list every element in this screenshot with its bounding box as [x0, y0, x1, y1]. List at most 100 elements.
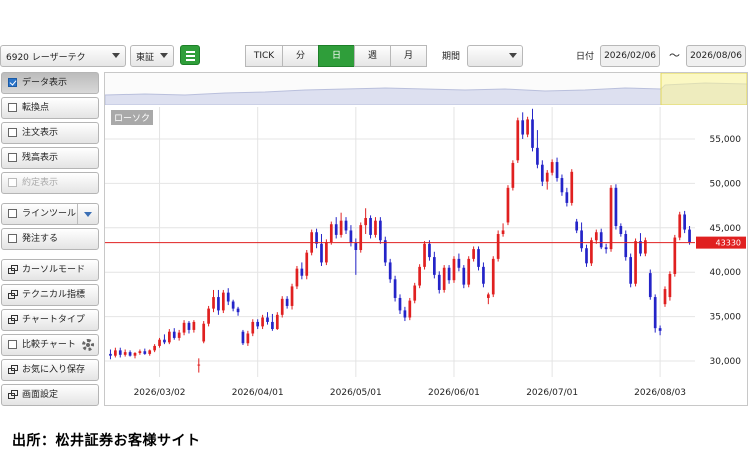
candle-body[interactable]: [246, 333, 250, 344]
candle-body[interactable]: [167, 331, 171, 343]
candle-body[interactable]: [398, 297, 402, 311]
candle-body[interactable]: [658, 328, 662, 331]
candle-body[interactable]: [153, 345, 156, 351]
candle-body[interactable]: [182, 322, 186, 333]
candle-body[interactable]: [550, 162, 554, 173]
candle-body[interactable]: [280, 298, 284, 315]
candle-body[interactable]: [437, 274, 441, 290]
candle-body[interactable]: [486, 294, 490, 298]
candle-body[interactable]: [609, 187, 613, 250]
candle-body[interactable]: [320, 243, 323, 263]
navigator-range-selector[interactable]: [660, 73, 747, 105]
candle-body[interactable]: [290, 286, 294, 306]
date-to-field[interactable]: 2026/08/06: [686, 45, 746, 67]
candle-body[interactable]: [418, 266, 421, 286]
candle-body[interactable]: [599, 232, 603, 248]
tab-month[interactable]: 月: [390, 45, 427, 67]
sidebar-item-line-tool[interactable]: ラインツール: [1, 203, 99, 225]
candle-body[interactable]: [383, 240, 387, 263]
candle-body[interactable]: [452, 258, 456, 281]
candle-body[interactable]: [266, 317, 269, 322]
candle-body[interactable]: [344, 220, 348, 231]
candle-body[interactable]: [433, 257, 436, 275]
candle-body[interactable]: [506, 187, 510, 223]
candle-body[interactable]: [285, 298, 289, 306]
candle-body[interactable]: [197, 364, 201, 366]
candle-body[interactable]: [364, 218, 367, 226]
candle-body[interactable]: [648, 273, 652, 298]
candle-body[interactable]: [329, 224, 333, 242]
candle-body[interactable]: [148, 350, 152, 354]
sidebar-item-cursor-mode[interactable]: カーソルモード: [1, 259, 99, 281]
candle-body[interactable]: [540, 164, 544, 182]
candle-body[interactable]: [241, 331, 245, 344]
candle-body[interactable]: [580, 230, 583, 249]
candle-body[interactable]: [236, 308, 240, 313]
candle-body[interactable]: [133, 353, 137, 356]
candlestick-chart[interactable]: 55,000 50,000 45,000 40,000 35,000 30,000 2026…: [105, 105, 747, 405]
candle-body[interactable]: [118, 350, 122, 355]
candle-body[interactable]: [187, 322, 191, 330]
sidebar-item-data-display[interactable]: データ表示: [1, 72, 99, 94]
candle-body[interactable]: [325, 242, 328, 263]
candle-body[interactable]: [374, 220, 377, 235]
chevron-down-icon[interactable]: [77, 204, 98, 224]
sidebar-item-turning-point[interactable]: 転換点: [1, 97, 99, 119]
candle-body[interactable]: [275, 314, 279, 330]
candle-body[interactable]: [403, 310, 407, 318]
candle-body[interactable]: [158, 339, 161, 346]
candle-body[interactable]: [511, 162, 515, 188]
candle-body[interactable]: [231, 301, 235, 309]
candle-body[interactable]: [349, 230, 353, 243]
candle-body[interactable]: [663, 289, 667, 305]
candle-body[interactable]: [369, 218, 372, 235]
candle-body[interactable]: [172, 331, 176, 338]
chart-panel[interactable]: 55,000 50,000 45,000 40,000 35,000 30,000 2026…: [104, 72, 748, 406]
candle-body[interactable]: [477, 249, 480, 267]
candle-body[interactable]: [109, 353, 112, 356]
candle-body[interactable]: [614, 187, 618, 227]
candle-body[interactable]: [226, 292, 230, 302]
tab-week[interactable]: 週: [354, 45, 391, 67]
candle-body[interactable]: [653, 297, 657, 329]
candle-body[interactable]: [585, 248, 588, 264]
candle-body[interactable]: [594, 232, 598, 241]
candle-body[interactable]: [688, 229, 691, 242]
candle-body[interactable]: [678, 214, 682, 238]
candle-body[interactable]: [624, 234, 628, 258]
candle-body[interactable]: [315, 232, 318, 244]
candle-body[interactable]: [683, 214, 686, 230]
candle-body[interactable]: [413, 285, 417, 301]
candle-body[interactable]: [339, 220, 343, 235]
candle-body[interactable]: [423, 243, 426, 267]
candle-body[interactable]: [300, 268, 304, 276]
candle-body[interactable]: [428, 243, 431, 258]
candle-body[interactable]: [668, 273, 672, 298]
candle-body[interactable]: [163, 339, 166, 343]
candle-body[interactable]: [221, 292, 225, 311]
candle-body[interactable]: [212, 297, 215, 309]
sidebar-item-balance-display[interactable]: 残高表示: [1, 147, 99, 169]
date-from-field[interactable]: 2026/02/06: [600, 45, 660, 67]
candle-body[interactable]: [496, 234, 500, 259]
sidebar-item-compare-chart[interactable]: 比較チャート: [1, 334, 99, 356]
candle-body[interactable]: [462, 267, 466, 285]
candle-body[interactable]: [256, 321, 260, 327]
candle-body[interactable]: [261, 317, 264, 327]
stock-select[interactable]: 6920 レーザーテク: [0, 45, 126, 67]
candle-body[interactable]: [565, 192, 569, 203]
sidebar-item-order-display[interactable]: 注文表示: [1, 122, 99, 144]
candle-body[interactable]: [251, 321, 255, 334]
candle-body[interactable]: [491, 258, 495, 295]
sidebar-item-execution-display[interactable]: 約定表示: [1, 172, 99, 194]
candle-body[interactable]: [408, 300, 412, 318]
candle-body[interactable]: [521, 120, 525, 135]
candle-body[interactable]: [143, 351, 147, 354]
candle-body[interactable]: [388, 262, 392, 280]
candle-body[interactable]: [177, 332, 181, 338]
candle-body[interactable]: [570, 171, 574, 203]
candle-body[interactable]: [536, 147, 539, 165]
sidebar-item-technical-indicator[interactable]: テクニカル指標: [1, 284, 99, 306]
candle-body[interactable]: [192, 321, 196, 330]
tab-minute[interactable]: 分: [282, 45, 319, 67]
